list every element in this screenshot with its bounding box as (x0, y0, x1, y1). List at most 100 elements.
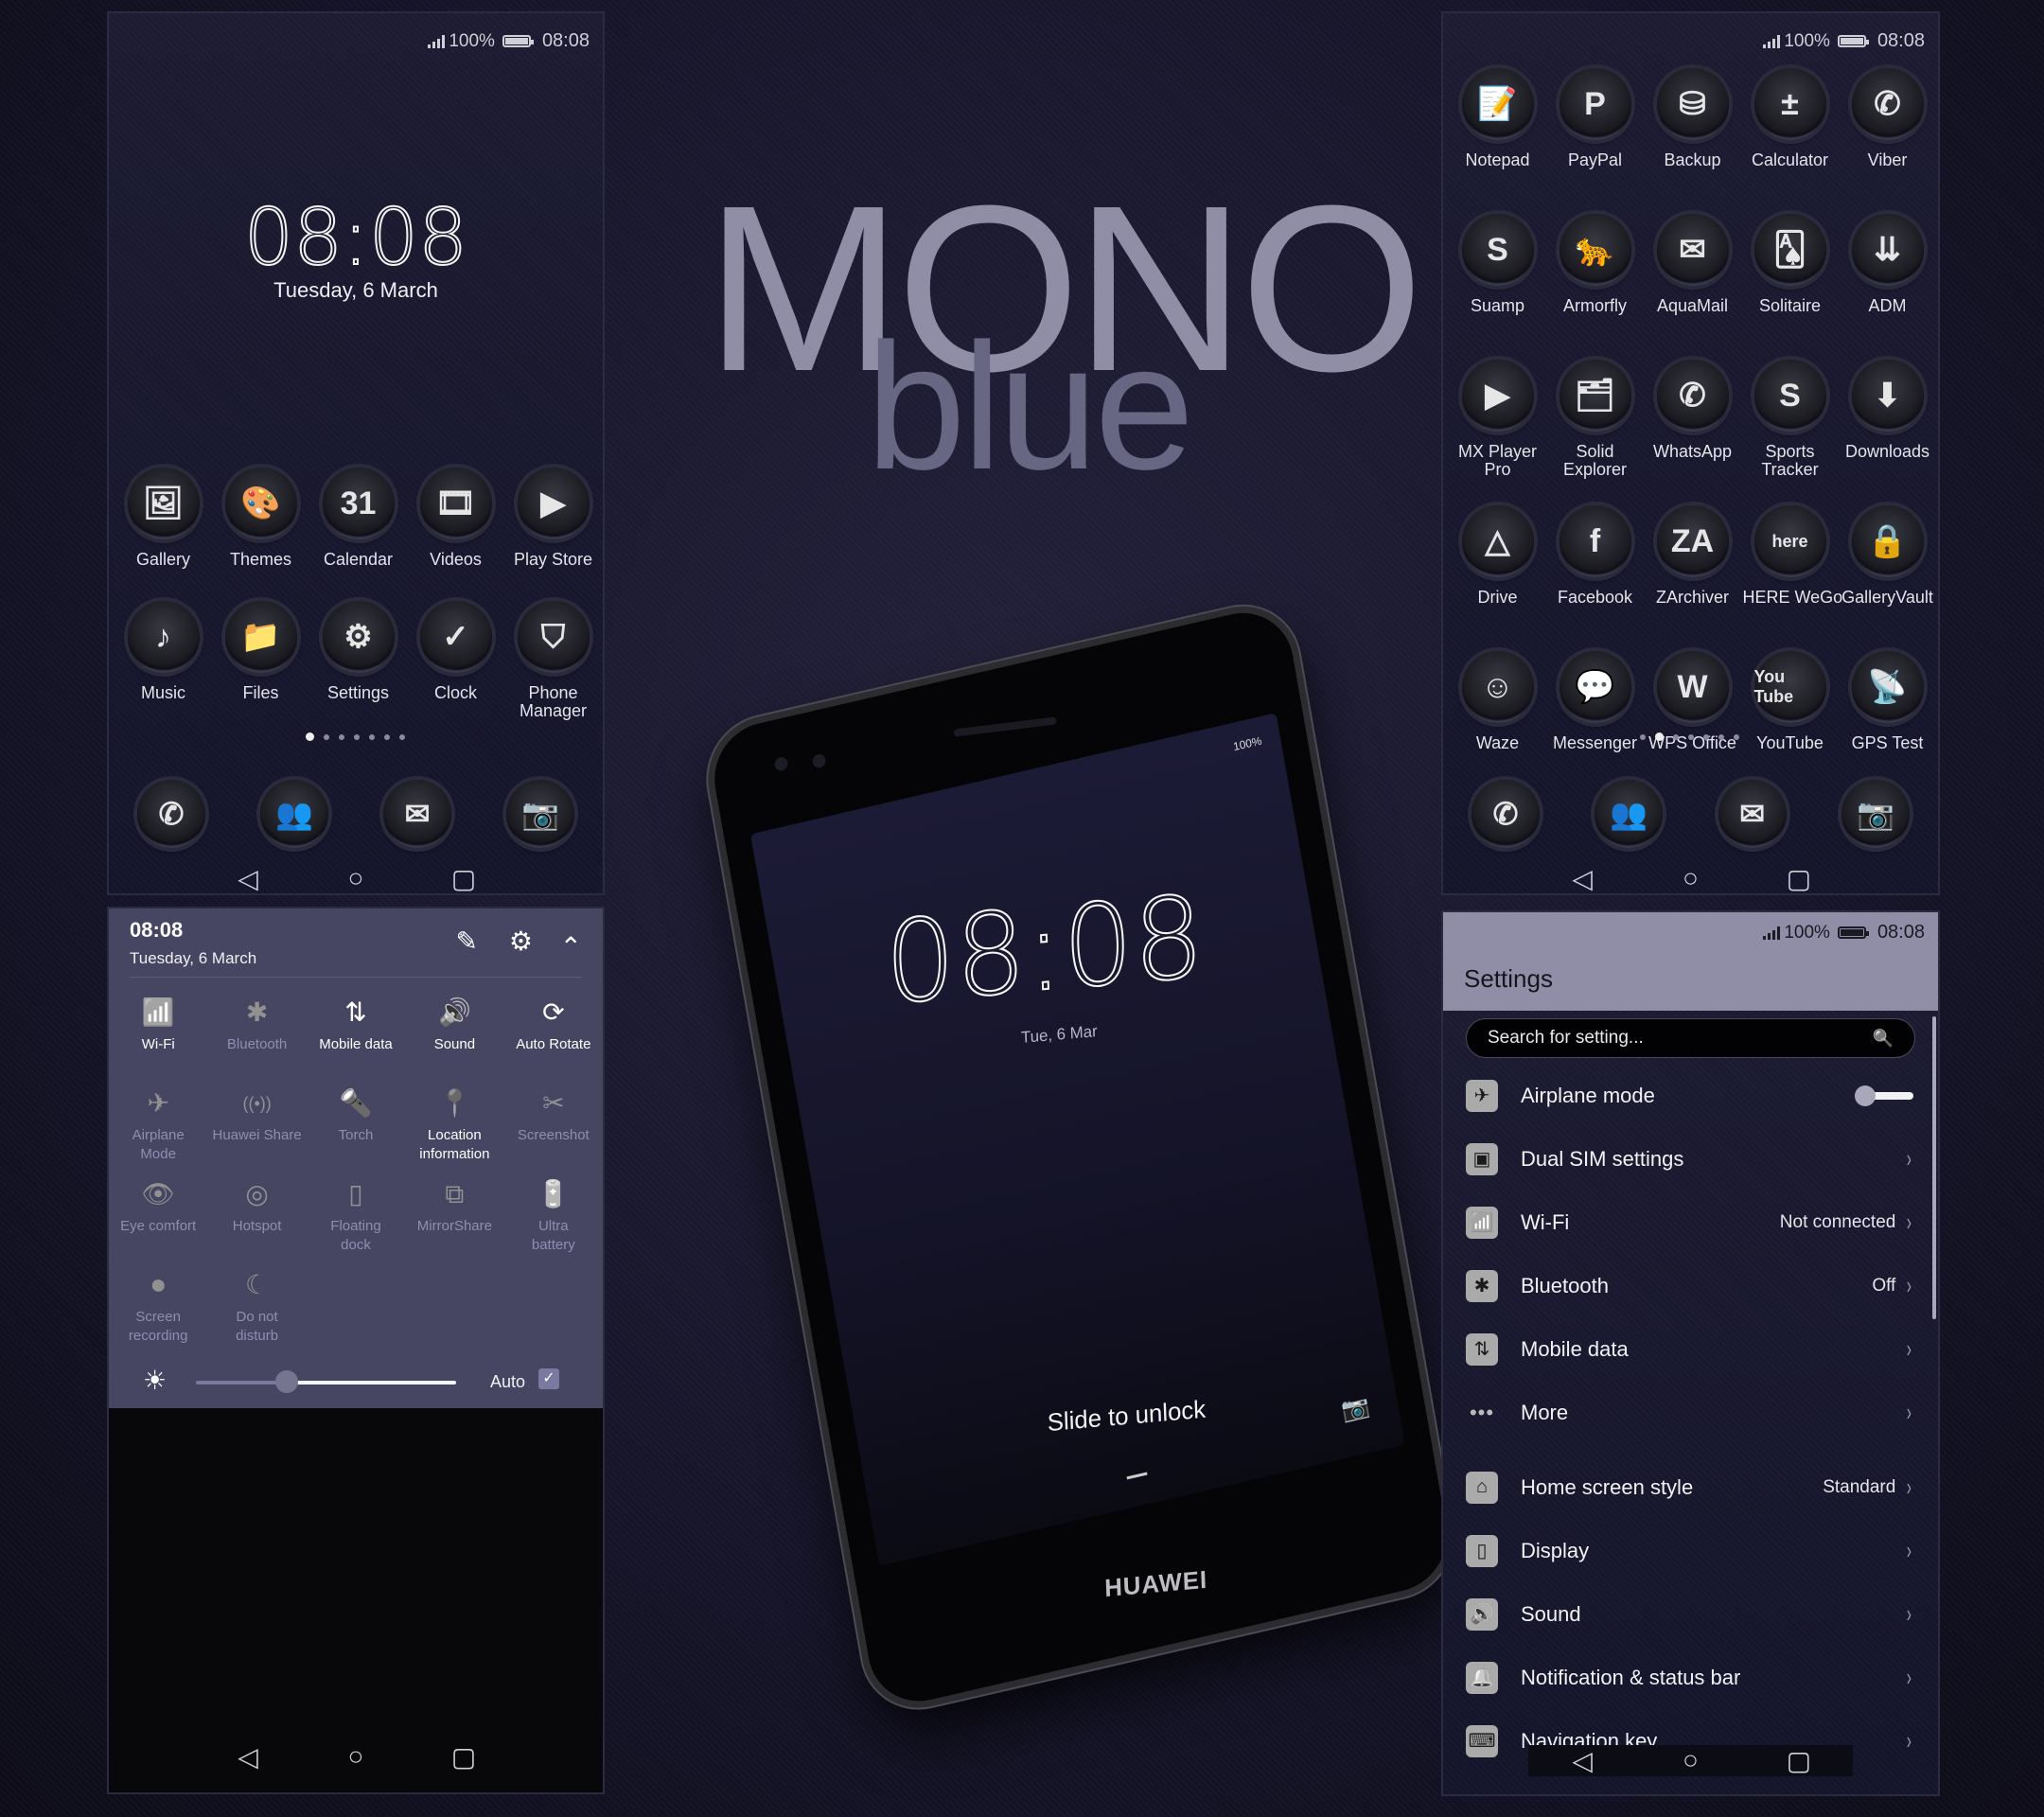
dock-phone-icon[interactable]: ✆ (1471, 780, 1540, 848)
app-suamp[interactable]: S Suamp (1449, 214, 1546, 335)
airplane-mode-toggle[interactable] (1855, 1085, 1913, 1107)
app-facebook[interactable]: f Facebook (1546, 505, 1644, 626)
recents-button[interactable]: ▢ (445, 1741, 483, 1773)
tile-eye-comfort[interactable]: 👁 Eye comfort (109, 1177, 207, 1251)
page-dot[interactable] (1703, 733, 1709, 740)
dock-messages-icon[interactable]: ✉ (1718, 780, 1787, 848)
camera-shortcut-icon[interactable]: 📷 (1339, 1392, 1372, 1425)
settings-row-mobile-data[interactable]: ⇅ Mobile data › (1443, 1317, 1938, 1381)
settings-row-home-screen-style[interactable]: ⌂ Home screen style Standard › (1443, 1455, 1938, 1519)
settings-row-more[interactable]: ••• More › (1443, 1381, 1938, 1444)
tile-auto-rotate[interactable]: ⟳ Auto Rotate (504, 996, 603, 1069)
app-viber[interactable]: ✆ Viber (1839, 68, 1936, 189)
app-mx-player-pro[interactable]: ▶ MX Player Pro (1449, 360, 1546, 481)
app-adm[interactable]: ⇊ ADM (1839, 214, 1936, 335)
page-dot[interactable] (1640, 733, 1646, 740)
app-waze[interactable]: ☺ Waze (1449, 651, 1546, 772)
app-play-store[interactable]: ▶ Play Store (504, 467, 602, 569)
app-music[interactable]: ♪ Music (115, 601, 212, 720)
tile-hotspot[interactable]: ◎ Hotspot (207, 1177, 306, 1251)
page-dot[interactable] (1718, 733, 1724, 740)
home-button[interactable]: ○ (1671, 1745, 1709, 1776)
page-dot[interactable] (339, 733, 344, 740)
app-youtube[interactable]: You Tube YouTube (1741, 651, 1839, 772)
app-themes[interactable]: 🎨 Themes (212, 467, 309, 569)
app-paypal[interactable]: P PayPal (1546, 68, 1644, 189)
app-aquamail[interactable]: ✉ AquaMail (1644, 214, 1741, 335)
brightness-slider[interactable] (196, 1370, 456, 1393)
tile-wi-fi[interactable]: 📶 Wi-Fi (109, 996, 207, 1069)
app-whatsapp[interactable]: ✆ WhatsApp (1644, 360, 1741, 481)
app-solitaire[interactable]: 🂡 Solitaire (1741, 214, 1839, 335)
back-button[interactable]: ◁ (229, 863, 267, 893)
tile-screenshot[interactable]: ✂ Screenshot (504, 1086, 603, 1160)
app-wps-office[interactable]: W WPS Office (1644, 651, 1741, 772)
app-settings[interactable]: ⚙ Settings (309, 601, 407, 720)
app-sports-tracker[interactable]: S Sports Tracker (1741, 360, 1839, 481)
settings-row-notification-status-bar[interactable]: 🔔 Notification & status bar › (1443, 1646, 1938, 1709)
tile-sound[interactable]: 🔊 Sound (405, 996, 503, 1069)
app-calculator[interactable]: ± Calculator (1741, 68, 1839, 189)
page-dot[interactable] (369, 733, 375, 740)
app-files[interactable]: 📁 Files (212, 601, 309, 720)
auto-brightness-checkbox[interactable]: ✓ (538, 1368, 559, 1389)
settings-row-airplane-mode[interactable]: ✈ Airplane mode (1443, 1064, 1938, 1127)
brightness-slider-thumb[interactable] (275, 1370, 299, 1393)
app-solid-explorer[interactable]: 🗂 Solid Explorer (1546, 360, 1644, 481)
search-icon[interactable]: 🔍 (1873, 1029, 1894, 1049)
tile-ultra-battery[interactable]: 🔋 Ultra battery (504, 1177, 603, 1253)
home-button[interactable]: ○ (337, 1741, 375, 1773)
edit-icon[interactable]: ✎ (456, 926, 478, 957)
unlock-handle[interactable] (1126, 1472, 1148, 1480)
tile-location-information[interactable]: 📍 Location information (405, 1086, 503, 1162)
scrollbar[interactable] (1932, 1016, 1936, 1319)
app-galleryvault[interactable]: 🔒 GalleryVault (1839, 505, 1936, 626)
dock-contacts-icon[interactable]: 👥 (1595, 780, 1664, 848)
page-dot[interactable] (1734, 733, 1739, 740)
page-dot[interactable] (324, 733, 329, 740)
tile-airplane-mode[interactable]: ✈ Airplane Mode (109, 1086, 207, 1162)
back-button[interactable]: ◁ (1563, 1745, 1601, 1776)
settings-gear-icon[interactable]: ⚙ (509, 926, 533, 957)
app-phone-manager[interactable]: ⛉ Phone Manager (504, 601, 602, 720)
app-gallery[interactable]: 🖼 Gallery (115, 467, 212, 569)
settings-search-input[interactable]: Search for setting... 🔍 (1466, 1018, 1915, 1058)
page-dot[interactable] (1673, 733, 1679, 740)
tile-do-not-disturb[interactable]: ☾ Do not disturb (207, 1268, 306, 1344)
app-downloads[interactable]: ⬇ Downloads (1839, 360, 1936, 481)
recents-button[interactable]: ▢ (1780, 1745, 1818, 1776)
app-notepad[interactable]: 📝 Notepad (1449, 68, 1546, 189)
app-zarchiver[interactable]: ZA ZArchiver (1644, 505, 1741, 626)
tile-screen-recording[interactable]: ⏺ Screen recording (109, 1268, 207, 1344)
dock-messages-icon[interactable]: ✉ (383, 780, 451, 848)
page-dot[interactable] (354, 733, 360, 740)
app-calendar[interactable]: 31 Calendar (309, 467, 407, 569)
page-dot-active[interactable] (306, 732, 314, 741)
page-dot-active[interactable] (1655, 732, 1664, 741)
app-clock[interactable]: ✓ Clock (407, 601, 504, 720)
dock-camera-icon[interactable]: 📷 (1841, 780, 1910, 848)
tile-mobile-data[interactable]: ⇅ Mobile data (307, 996, 405, 1069)
app-drive[interactable]: △ Drive (1449, 505, 1546, 626)
app-armorfly[interactable]: 🐆 Armorfly (1546, 214, 1644, 335)
tile-bluetooth[interactable]: ✱ Bluetooth (207, 996, 306, 1069)
settings-row-sound[interactable]: 🔊 Sound › (1443, 1582, 1938, 1646)
app-backup[interactable]: ⛁ Backup (1644, 68, 1741, 189)
tile-huawei-share[interactable]: ((•)) Huawei Share (207, 1086, 306, 1160)
slide-to-unlock[interactable]: Slide to unlock (859, 1378, 1394, 1454)
recents-button[interactable]: ▢ (445, 863, 483, 893)
page-dot[interactable] (1688, 733, 1694, 740)
settings-row-dual-sim-settings[interactable]: ▣ Dual SIM settings › (1443, 1127, 1938, 1191)
tile-torch[interactable]: 🔦 Torch (307, 1086, 405, 1160)
home-button[interactable]: ○ (337, 863, 375, 893)
page-dot[interactable] (399, 733, 405, 740)
dock-contacts-icon[interactable]: 👥 (260, 780, 328, 848)
back-button[interactable]: ◁ (1563, 863, 1601, 893)
dock-camera-icon[interactable]: 📷 (506, 780, 574, 848)
dock-phone-icon[interactable]: ✆ (137, 780, 205, 848)
collapse-chevron-up-icon[interactable]: ⌃ (560, 931, 582, 962)
tile-mirrorshare[interactable]: ⧉ MirrorShare (405, 1177, 503, 1251)
app-videos[interactable]: 🎞 Videos (407, 467, 504, 569)
settings-row-display[interactable]: ▯ Display › (1443, 1519, 1938, 1582)
settings-row-bluetooth[interactable]: ✱ Bluetooth Off › (1443, 1254, 1938, 1317)
